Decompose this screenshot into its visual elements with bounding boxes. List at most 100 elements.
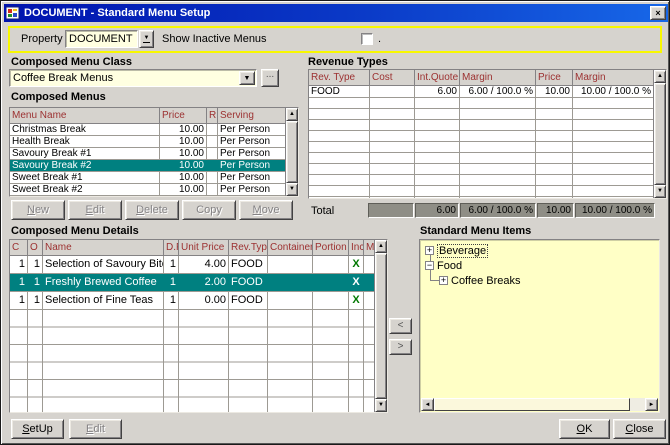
revenue-types-table[interactable]: Rev. Type Cost Int.Quote Margin Price Ma… xyxy=(308,69,667,199)
menu-row[interactable]: Sweet Break #210.00Per Person xyxy=(10,184,285,196)
browse-button[interactable]: ... xyxy=(261,69,279,87)
edit-button[interactable]: Edit xyxy=(68,200,122,220)
ok-button[interactable]: OK xyxy=(559,419,610,439)
chevron-down-icon[interactable]: ▼ xyxy=(239,71,255,85)
show-inactive-label: Show Inactive Menus xyxy=(162,33,267,45)
col-menu-name: Menu Name xyxy=(10,108,160,123)
menu-row[interactable]: Health Break10.00Per Person xyxy=(10,136,285,148)
detail-row[interactable]: 11Selection of Fine Teas10.00FOODX xyxy=(10,292,374,310)
col-r: R xyxy=(207,108,218,123)
scrollbar-thumb[interactable] xyxy=(434,398,630,411)
close-dialog-button[interactable]: Close xyxy=(613,419,666,439)
container-cell xyxy=(268,292,313,309)
scroll-left-icon[interactable]: ◄ xyxy=(421,398,434,411)
setup-button[interactable]: SetUp xyxy=(11,419,64,439)
tree-node-food[interactable]: − Food xyxy=(425,259,462,272)
tree-node-beverage[interactable]: + Beverage xyxy=(425,244,488,257)
c-cell: 1 xyxy=(10,292,28,309)
transfer-left-button[interactable]: < xyxy=(389,318,412,334)
col-int-quote: Int.Quote xyxy=(415,70,460,85)
scroll-down-icon[interactable]: ▼ xyxy=(375,399,387,412)
scrollbar-track[interactable] xyxy=(630,398,645,411)
close-button[interactable]: × xyxy=(650,6,666,20)
rev-type-cell: FOOD xyxy=(229,292,268,309)
scrollbar-thumb[interactable] xyxy=(286,121,298,183)
scroll-up-icon[interactable]: ▲ xyxy=(286,108,298,121)
container-cell xyxy=(268,256,313,273)
price-cell: 10.00 xyxy=(160,136,207,147)
container-cell xyxy=(268,274,313,291)
edit-details-button[interactable]: Edit xyxy=(69,419,122,439)
tree-node-label: Coffee Breaks xyxy=(451,275,521,287)
inc-check-cell: X xyxy=(349,274,364,291)
margin-quote-cell: 6.00 / 100.0 % xyxy=(460,86,536,97)
grid-line xyxy=(363,310,364,412)
detail-row-selected[interactable]: 11Freshly Brewed Coffee12.00FOODX xyxy=(10,274,374,292)
scroll-up-icon[interactable]: ▲ xyxy=(654,70,666,83)
int-quote-cell: 6.00 xyxy=(415,86,460,97)
standard-menu-items-tree[interactable]: + Beverage − Food + Coffee Breaks ◄ ► xyxy=(419,239,660,413)
menu-name-cell: Sweet Break #2 xyxy=(10,184,160,195)
composed-menu-class-combo[interactable]: Coffee Break Menus ▼ xyxy=(9,69,257,87)
property-dropdown-button[interactable]: ▼ xyxy=(139,30,154,48)
suffix-text: . xyxy=(378,33,381,45)
tree-node-label: Food xyxy=(437,260,462,272)
scrollbar-thumb[interactable] xyxy=(375,253,387,399)
rev-type-cell: FOOD xyxy=(229,256,268,273)
move-button[interactable]: Move xyxy=(239,200,293,220)
transfer-right-button[interactable]: > xyxy=(389,339,412,355)
composed-menu-details-table[interactable]: C O Name D.F. Unit Price Rev.Typ Contain… xyxy=(9,239,388,413)
revenue-row[interactable]: FOOD6.006.00 / 100.0 %10.0010.00 / 100.0… xyxy=(309,86,653,98)
unit-price-cell: 2.00 xyxy=(179,274,229,291)
grid-line xyxy=(369,98,370,198)
copy-button[interactable]: Copy xyxy=(182,200,236,220)
menu-row[interactable]: Christmas Break10.00Per Person xyxy=(10,124,285,136)
new-button[interactable]: New xyxy=(11,200,65,220)
delete-button[interactable]: Delete xyxy=(125,200,179,220)
price-cell: 10.00 xyxy=(536,86,573,97)
col-portion: Portion xyxy=(313,240,349,255)
scrollbar-thumb[interactable] xyxy=(654,83,666,185)
revenue-scrollbar[interactable]: ▲ ▼ xyxy=(653,70,666,198)
menu-row-selected[interactable]: Savoury Break #210.00Per Person xyxy=(10,160,285,172)
menu-row[interactable]: Savoury Break #110.00Per Person xyxy=(10,148,285,160)
scroll-down-icon[interactable]: ▼ xyxy=(654,185,666,198)
composed-menus-table[interactable]: Menu Name Price R Serving Christmas Brea… xyxy=(9,107,299,197)
scroll-down-icon[interactable]: ▼ xyxy=(286,183,298,196)
dropdown-icon: ▼ xyxy=(143,35,151,43)
menu-row[interactable]: Sweet Break #110.00Per Person xyxy=(10,172,285,184)
tree-node-label: Beverage xyxy=(437,244,488,258)
collapse-icon[interactable]: − xyxy=(425,261,434,270)
detail-row[interactable]: 11Selection of Savoury Bites14.00FOODX xyxy=(10,256,374,274)
tree-horizontal-scrollbar[interactable]: ◄ ► xyxy=(421,398,658,411)
property-field[interactable]: DOCUMENT xyxy=(65,30,138,48)
price-cell: 10.00 xyxy=(160,160,207,171)
menus-scrollbar[interactable]: ▲ ▼ xyxy=(285,108,298,196)
menu-name-cell: Christmas Break xyxy=(10,124,160,135)
grid-line xyxy=(414,98,415,198)
expand-icon[interactable]: + xyxy=(439,276,448,285)
total-label: Total xyxy=(311,205,334,217)
r-cell xyxy=(207,172,218,183)
expand-icon[interactable]: + xyxy=(425,246,434,255)
property-label: Property xyxy=(21,33,63,45)
composed-menu-class-value: Coffee Break Menus xyxy=(10,70,256,86)
composed-menus-label: Composed Menus xyxy=(11,91,106,103)
col-rev-type: Rev. Type xyxy=(309,70,370,85)
grid-line xyxy=(163,310,164,412)
scroll-right-icon[interactable]: ► xyxy=(645,398,658,411)
details-scrollbar[interactable]: ▲ ▼ xyxy=(374,240,387,412)
name-cell: Selection of Savoury Bites xyxy=(43,256,164,273)
col-df: D.F. xyxy=(164,240,179,255)
total-cost xyxy=(368,203,414,218)
col-rev-typ: Rev.Typ xyxy=(229,240,268,255)
r-cell xyxy=(207,124,218,135)
tree-node-coffee-breaks[interactable]: + Coffee Breaks xyxy=(439,274,521,287)
show-inactive-checkbox[interactable] xyxy=(361,33,373,45)
details-header: C O Name D.F. Unit Price Rev.Typ Contain… xyxy=(10,240,374,256)
serving-cell: Per Person xyxy=(218,148,285,159)
serving-cell: Per Person xyxy=(218,160,285,171)
title-bar[interactable]: DOCUMENT - Standard Menu Setup × xyxy=(4,4,668,22)
grid-line xyxy=(178,310,179,412)
scroll-up-icon[interactable]: ▲ xyxy=(375,240,387,253)
